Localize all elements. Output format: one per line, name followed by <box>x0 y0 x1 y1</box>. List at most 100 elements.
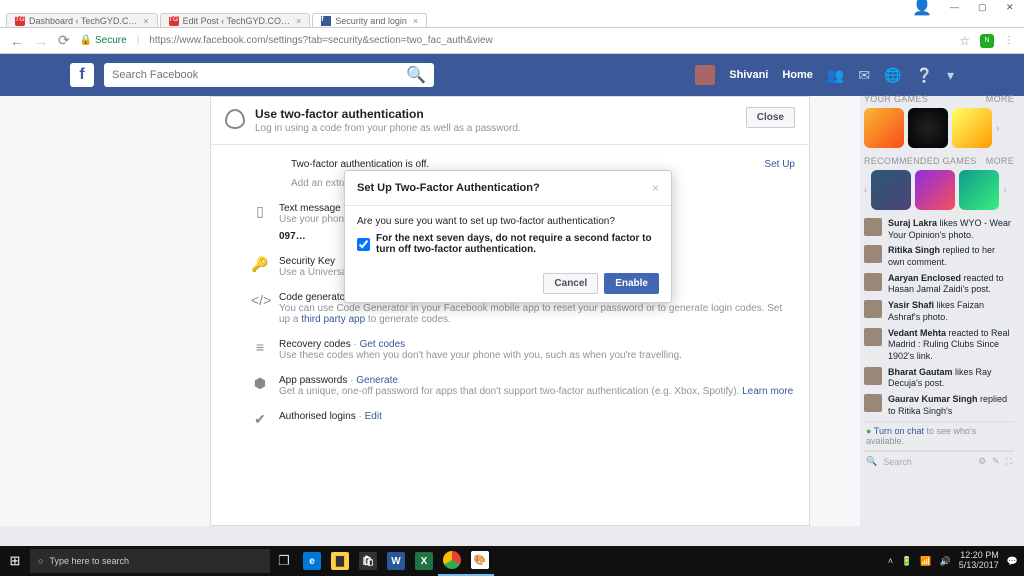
browser-tab[interactable]: TGDashboard ‹ TechGYD.C…× <box>6 13 158 27</box>
grace-checkbox[interactable] <box>357 234 370 255</box>
ticker-item[interactable]: Aaryan Enclosed reacted to Hasan Jamal Z… <box>864 273 1014 296</box>
right-sidebar: YOUR GAMESMORE › RECOMMENDED GAMESMORE ‹… <box>864 90 1014 471</box>
explorer-icon[interactable]: ▇ <box>326 546 354 576</box>
help-icon[interactable]: ❔ <box>916 67 933 84</box>
techgyd-icon: TG <box>15 16 25 26</box>
close-tab-icon[interactable]: × <box>413 16 418 26</box>
game-tile[interactable] <box>952 108 992 148</box>
game-tile[interactable] <box>915 170 955 210</box>
ticker-item[interactable]: Yasir Shafi likes Faizan Ashraf's photo. <box>864 300 1014 323</box>
maximize-button[interactable]: ▢ <box>978 2 988 12</box>
excel-icon[interactable]: X <box>410 546 438 576</box>
friend-requests-icon[interactable]: 👥 <box>827 67 844 84</box>
search-icon: 🔍 <box>866 456 877 467</box>
techgyd-icon: TG <box>169 16 179 26</box>
wifi-icon[interactable]: 📶 <box>920 556 931 567</box>
apppw-title: App passwords <box>279 375 347 386</box>
tab-label: Security and login <box>335 16 407 26</box>
edge-icon[interactable]: e <box>298 546 326 576</box>
enable-button[interactable]: Enable <box>604 273 659 294</box>
tray-chevron-icon[interactable]: ˄ <box>888 556 893 566</box>
cube-icon: ⬢ <box>251 375 269 397</box>
ticker-item[interactable]: Bharat Gautam likes Ray Decuja's post. <box>864 367 1014 390</box>
ticker-item[interactable]: Ritika Singh replied to her own comment. <box>864 245 1014 268</box>
confirm-modal: Set Up Two-Factor Authentication? × Are … <box>344 170 672 303</box>
close-button[interactable]: Close <box>746 107 795 128</box>
store-icon[interactable]: 🛍 <box>354 546 382 576</box>
chevron-left-icon[interactable]: ‹ <box>864 185 867 196</box>
messages-icon[interactable]: ✉ <box>858 67 870 84</box>
menu-icon[interactable]: ⋮ <box>1004 35 1014 46</box>
browser-tab-active[interactable]: fSecurity and login× <box>312 13 427 27</box>
ticker-item[interactable]: Vedant Mehta reacted to Real Madrid : Ru… <box>864 328 1014 363</box>
bookmark-icon[interactable]: ☆ <box>959 34 970 48</box>
game-tile[interactable] <box>908 108 948 148</box>
chat-search[interactable]: 🔍Search ⚙ ✎ ⛶ <box>864 451 1014 471</box>
browser-tab[interactable]: TGEdit Post ‹ TechGYD.CO…× <box>160 13 311 27</box>
reload-button[interactable]: ⟳ <box>58 32 70 49</box>
facebook-logo[interactable]: f <box>70 63 94 87</box>
user-icon[interactable]: 👤 <box>912 0 932 17</box>
profile-link[interactable]: Shivani <box>729 69 768 81</box>
word-icon[interactable]: W <box>382 546 410 576</box>
clock[interactable]: 12:20 PM5/13/2017 <box>959 551 999 571</box>
more-link[interactable]: MORE <box>986 156 1014 166</box>
setup-link[interactable]: Set Up <box>764 159 795 170</box>
third-party-link[interactable]: third party app <box>301 314 365 325</box>
chevron-right-icon[interactable]: › <box>996 123 999 134</box>
turn-on-chat-link[interactable]: Turn on chat <box>874 426 924 436</box>
gear-icon[interactable]: ⚙ <box>978 456 986 467</box>
expand-icon[interactable]: ⛶ <box>1006 456 1012 467</box>
close-tab-icon[interactable]: × <box>296 16 301 26</box>
back-button[interactable]: ← <box>10 33 24 49</box>
chrome-icon[interactable] <box>438 546 466 576</box>
close-window-button[interactable]: ✕ <box>1006 2 1016 12</box>
game-tile[interactable] <box>864 108 904 148</box>
minimize-button[interactable]: — <box>950 2 960 12</box>
url-field[interactable]: https://www.facebook.com/settings?tab=se… <box>149 35 949 46</box>
address-bar: ← → ⟳ 🔒 Secure | https://www.facebook.co… <box>0 28 1024 54</box>
paint-icon[interactable]: 🎨 <box>466 546 494 576</box>
phone-icon: ▯ <box>251 203 269 242</box>
learnmore-link[interactable]: Learn more <box>742 386 793 397</box>
search-icon[interactable]: 🔍 <box>406 65 426 85</box>
key-icon: 🔑 <box>251 256 269 278</box>
chat-prompt: ● Turn on chat to see who's available. <box>864 421 1014 451</box>
modal-title: Set Up Two-Factor Authentication? <box>357 182 652 194</box>
more-link[interactable]: MORE <box>986 94 1014 104</box>
edit-icon[interactable]: ✎ <box>992 456 1000 467</box>
ticker-item[interactable]: Gaurav Kumar Singh replied to Ritika Sin… <box>864 394 1014 417</box>
edit-link[interactable]: Edit <box>365 411 382 422</box>
recovery-title: Recovery codes <box>279 339 351 350</box>
close-icon[interactable]: × <box>652 181 659 195</box>
avatar <box>864 394 882 412</box>
close-tab-icon[interactable]: × <box>143 16 148 26</box>
home-link[interactable]: Home <box>782 69 813 81</box>
notifications-icon[interactable]: 💬 <box>1007 556 1018 567</box>
code-icon: </> <box>251 292 269 325</box>
chevron-right-icon[interactable]: › <box>1003 185 1006 196</box>
your-games-header: YOUR GAMES <box>864 94 928 104</box>
start-button[interactable]: ⊞ <box>0 553 30 569</box>
dimmed-right-gap <box>810 96 860 526</box>
extension-icon[interactable]: N <box>980 34 994 48</box>
cancel-button[interactable]: Cancel <box>543 273 598 294</box>
window-titlebar: 👤 — ▢ ✕ <box>0 0 1024 14</box>
search-input[interactable] <box>112 69 406 81</box>
fb-search-box[interactable]: 🔍 <box>104 63 434 87</box>
settings-dropdown-icon[interactable]: ▾ <box>947 67 954 84</box>
notifications-icon[interactable]: 🌐 <box>884 67 901 84</box>
cortana-search[interactable]: ○Type here to search <box>30 549 270 573</box>
generate-link[interactable]: Generate <box>356 375 398 386</box>
list-icon: ≡ <box>251 339 269 361</box>
game-tile[interactable] <box>959 170 999 210</box>
avatar <box>864 367 882 385</box>
shield-icon <box>225 109 245 129</box>
ticker-item[interactable]: Suraj Lakra likes WYO - Wear Your Opinio… <box>864 218 1014 241</box>
getcodes-link[interactable]: Get codes <box>360 339 406 350</box>
game-tile[interactable] <box>871 170 911 210</box>
battery-icon[interactable]: 🔋 <box>901 556 912 567</box>
task-view-icon[interactable]: ❐ <box>270 553 298 569</box>
avatar[interactable] <box>695 65 715 85</box>
volume-icon[interactable]: 🔊 <box>940 556 951 567</box>
